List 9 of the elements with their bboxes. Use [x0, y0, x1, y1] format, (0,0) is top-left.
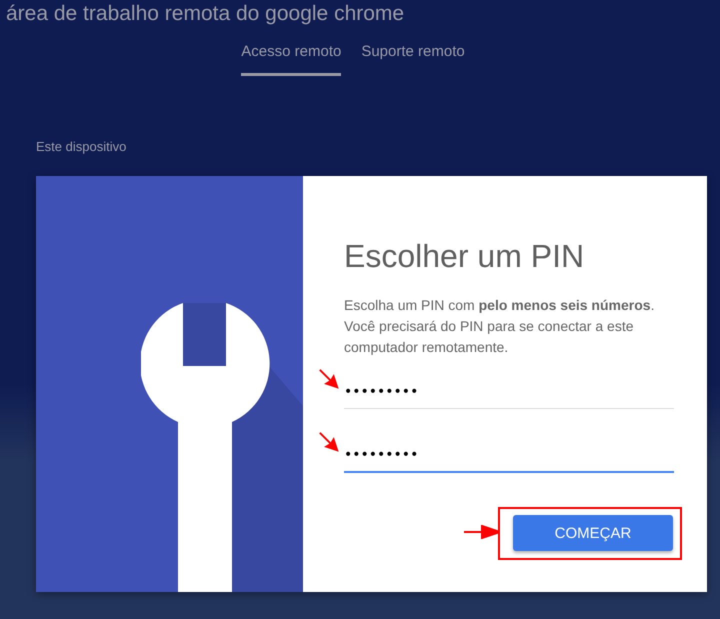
description-text: Escolha um PIN com pelo menos seis números. Você precisará do PIN para se conectar a este computador remotamente.: [344, 296, 656, 357]
start-button[interactable]: COMEÇAR: [513, 515, 673, 551]
tab[interactable]: Acesso remoto: [241, 43, 342, 76]
section-label: Este dispositivo: [36, 139, 128, 154]
pin-field[interactable]: •••••••••: [344, 372, 674, 409]
tab[interactable]: Suporte remoto: [361, 43, 465, 76]
page-title: área de trabalho remota do google chrome: [5, 1, 406, 26]
pin-field[interactable]: •••••••••: [344, 435, 674, 473]
dialog-heading: Escolher um PIN: [344, 238, 586, 275]
